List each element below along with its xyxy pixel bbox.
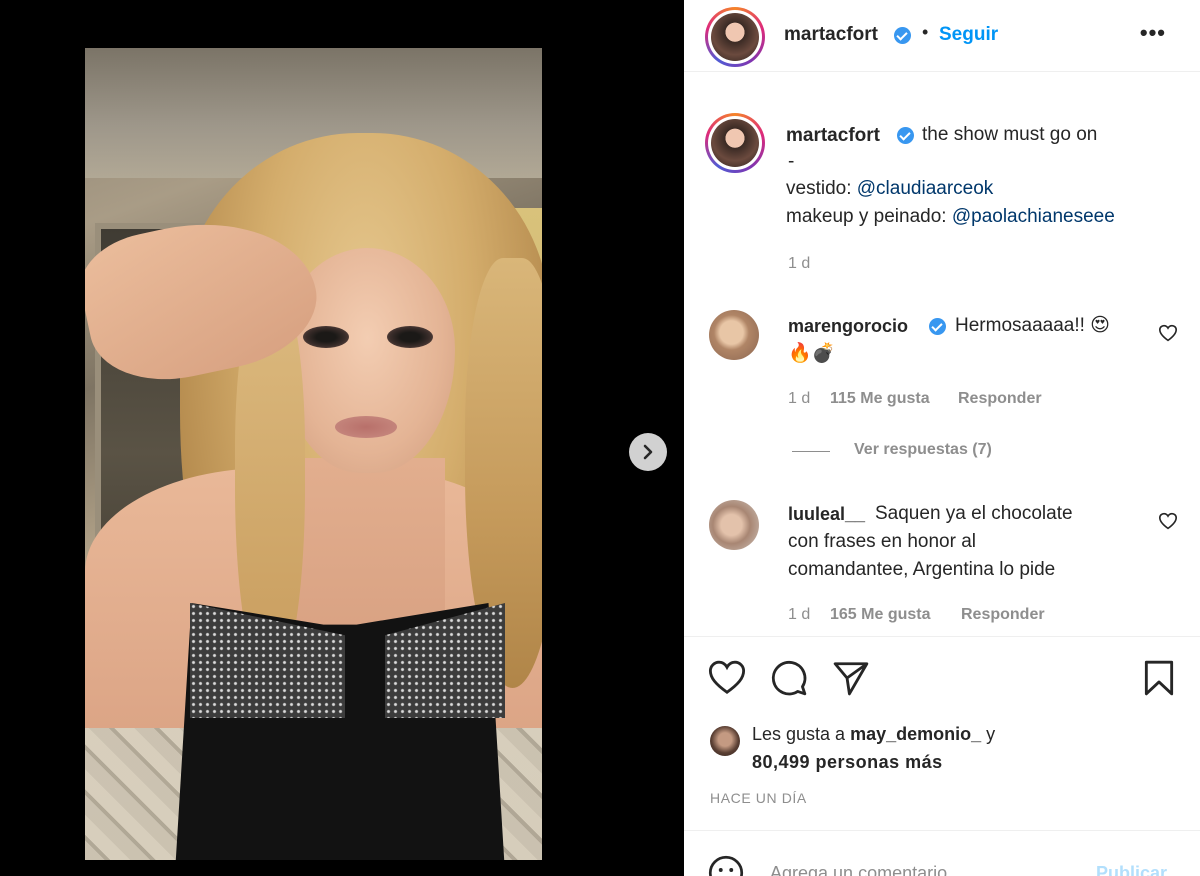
comment-text-line2: 🔥💣 bbox=[788, 343, 836, 364]
likes-line: Les gusta a may_demonio_ y bbox=[752, 724, 995, 745]
publish-button[interactable]: Publicar bbox=[1096, 863, 1167, 876]
mention-link[interactable]: @paolachianeseee bbox=[952, 206, 1115, 227]
liker-avatar[interactable] bbox=[710, 726, 740, 756]
comment-username[interactable]: luuleal__ bbox=[788, 504, 865, 525]
comment-avatar[interactable] bbox=[709, 500, 759, 550]
caption-age: 1 d bbox=[788, 255, 811, 272]
photo-eye-left bbox=[303, 326, 349, 348]
caption-avatar[interactable] bbox=[705, 113, 765, 173]
comment-text: Saquen ya el chocolate bbox=[875, 503, 1073, 524]
heart-icon[interactable] bbox=[1158, 324, 1178, 342]
comment-age: 1 d bbox=[788, 390, 811, 407]
comment-icon[interactable] bbox=[770, 659, 808, 697]
separator-dot: • bbox=[922, 22, 929, 42]
likes-prefix: Les gusta a bbox=[752, 724, 851, 744]
author-avatar[interactable] bbox=[705, 7, 765, 67]
post-photo[interactable] bbox=[85, 48, 542, 860]
comment-likes[interactable]: 115 Me gusta bbox=[830, 390, 930, 408]
post-timestamp: HACE UN DÍA bbox=[710, 790, 807, 806]
follow-button[interactable]: Seguir bbox=[939, 24, 998, 46]
view-replies-label: Ver respuestas (7) bbox=[854, 441, 992, 458]
comment-avatar[interactable] bbox=[709, 310, 759, 360]
comment-input[interactable] bbox=[770, 861, 1090, 876]
mention-link[interactable]: @claudiaarceok bbox=[857, 178, 994, 199]
likes-count[interactable]: 80,499 personas más bbox=[752, 752, 943, 773]
media-pane bbox=[0, 0, 684, 876]
next-photo-button[interactable] bbox=[629, 433, 667, 471]
caption-username[interactable]: martacfort bbox=[786, 125, 880, 147]
heart-icon[interactable] bbox=[1158, 512, 1178, 530]
comment-text-line3: comandantee, Argentina lo pide bbox=[788, 559, 1056, 580]
share-icon[interactable] bbox=[832, 659, 870, 697]
chevron-right-icon bbox=[643, 444, 653, 460]
reply-button[interactable]: Responder bbox=[958, 390, 1042, 408]
likes-suffix: y bbox=[981, 724, 996, 744]
comment-text-line2: con frases en honor al bbox=[788, 531, 977, 552]
reply-button[interactable]: Responder bbox=[961, 606, 1045, 624]
comment-likes[interactable]: 165 Me gusta bbox=[830, 606, 930, 624]
liker-username[interactable]: may_demonio_ bbox=[850, 724, 981, 744]
verified-badge-icon bbox=[897, 127, 914, 144]
post-sidebar: martacfort • Seguir ••• martacfort the s… bbox=[684, 0, 1200, 876]
caption-dress-prefix: vestido: bbox=[786, 178, 857, 199]
heart-icon[interactable] bbox=[708, 659, 746, 697]
post-header: martacfort • Seguir ••• bbox=[684, 0, 1200, 72]
comment-text: Hermosaaaaa!! 😍 bbox=[955, 315, 1110, 336]
caption-text: the show must go on bbox=[922, 124, 1098, 145]
photo-neck bbox=[295, 458, 445, 638]
verified-badge-icon bbox=[929, 318, 946, 335]
bookmark-icon[interactable] bbox=[1140, 659, 1178, 697]
comment-composer: Publicar bbox=[684, 830, 1200, 876]
comment-username[interactable]: marengorocio bbox=[788, 316, 908, 337]
author-username[interactable]: martacfort bbox=[784, 24, 878, 46]
comment-age: 1 d bbox=[788, 606, 811, 623]
more-options-icon[interactable]: ••• bbox=[1140, 20, 1166, 46]
caption-dash: - bbox=[788, 151, 795, 172]
photo-eye-right bbox=[387, 326, 433, 348]
caption-makeup-line: makeup y peinado: @paolachianeseee bbox=[786, 203, 1115, 230]
post-actions bbox=[684, 636, 1200, 716]
verified-badge-icon bbox=[894, 27, 911, 44]
photo-lips bbox=[335, 416, 397, 438]
replies-divider bbox=[792, 451, 830, 452]
emoji-icon[interactable] bbox=[708, 855, 744, 876]
caption-makeup-prefix: makeup y peinado: bbox=[786, 206, 952, 227]
caption-dress-line: vestido: @claudiaarceok bbox=[786, 175, 993, 202]
